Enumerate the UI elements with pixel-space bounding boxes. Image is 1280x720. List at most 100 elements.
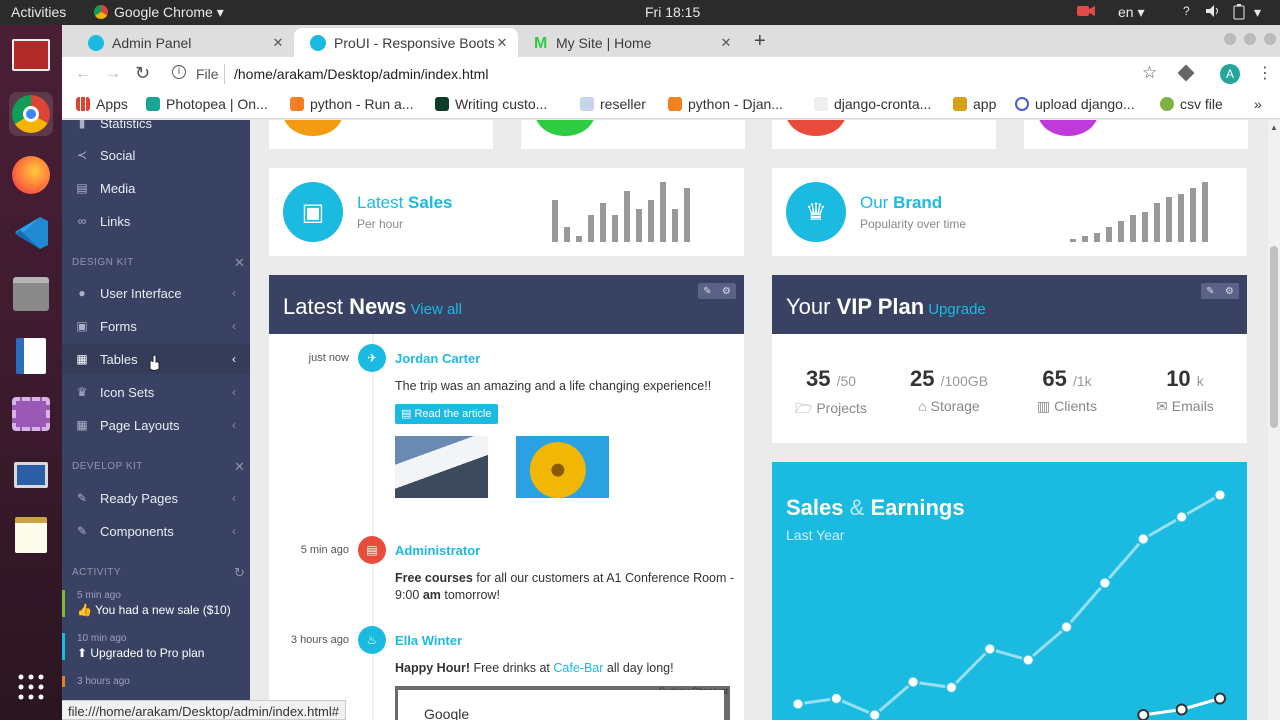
bookmark-writing-custom[interactable]: Writing custo...: [435, 96, 547, 112]
activity-item[interactable]: 5 min ago 👍 You had a new sale ($10): [62, 590, 250, 617]
our-brand-widget[interactable]: ♛ Our Brand Popularity over time: [772, 168, 1247, 256]
dock-files-icon[interactable]: [9, 272, 53, 316]
activity-item[interactable]: 10 min ago ⬆ Upgraded to Pro plan: [62, 633, 250, 660]
data-point[interactable]: [1136, 532, 1150, 546]
cafe-bar-link[interactable]: Cafe-Bar: [553, 661, 603, 675]
sidebar-item-page-layouts[interactable]: ▦ Page Layouts ‹: [62, 410, 250, 440]
page-scrollbar[interactable]: ▲: [1268, 120, 1280, 720]
pencil-icon[interactable]: ✎: [703, 286, 711, 297]
close-window-button[interactable]: [1264, 33, 1276, 45]
system-menu-icon[interactable]: ▾: [1254, 4, 1261, 21]
dock-firefox-icon[interactable]: [9, 153, 53, 197]
sidebar-item-icon-sets[interactable]: ♛ Icon Sets ‹: [62, 377, 250, 407]
sidebar-item-user-interface[interactable]: ● User Interface ‹: [62, 278, 250, 308]
timeline-author-link[interactable]: Jordan Carter: [395, 351, 480, 366]
gear-icon[interactable]: ⚙: [1225, 286, 1234, 297]
sunflower-photo[interactable]: [516, 436, 609, 498]
profile-avatar[interactable]: A: [1220, 64, 1240, 84]
address-bar[interactable]: /home/arakam/Desktop/admin/index.html: [234, 66, 488, 82]
dock-writer-icon[interactable]: [9, 334, 53, 378]
maximize-window-button[interactable]: [1244, 33, 1256, 45]
mountain-photo[interactable]: [395, 436, 488, 498]
bookmark-django-crontab[interactable]: django-cronta...: [814, 96, 931, 112]
dock-vscode-icon[interactable]: [9, 211, 53, 255]
bookmark-apps[interactable]: Apps: [76, 96, 128, 112]
bookmark-star-icon[interactable]: ☆: [1142, 63, 1157, 83]
tools-icon[interactable]: ✕: [234, 255, 245, 271]
timeline-author-link[interactable]: Ella Winter: [395, 633, 462, 648]
show-applications-icon[interactable]: [9, 665, 53, 709]
tab-admin-panel[interactable]: Admin Panel ✕: [72, 28, 294, 57]
data-point[interactable]: [1021, 653, 1035, 667]
sidebar-item-statistics[interactable]: ▮ Statistics: [62, 120, 250, 138]
upgrade-link[interactable]: Upgrade: [928, 301, 986, 318]
sidebar-item-links[interactable]: ∞ Links: [62, 206, 250, 236]
bookmark-reseller[interactable]: reseller: [580, 96, 646, 112]
sales-earnings-chart[interactable]: [772, 462, 1247, 720]
bookmark-app[interactable]: app: [953, 96, 996, 112]
scrollbar-thumb[interactable]: [1270, 246, 1278, 428]
map-embed[interactable]: Sydney Observat Google: [395, 686, 730, 720]
scroll-up-arrow-icon[interactable]: ▲: [1270, 123, 1278, 132]
sidebar-item-ready-pages[interactable]: ✎ Ready Pages ‹: [62, 483, 250, 513]
extension-icon[interactable]: [1177, 64, 1195, 82]
pencil-icon[interactable]: ✎: [1206, 286, 1214, 297]
activities-button[interactable]: Activities: [11, 4, 66, 20]
data-point[interactable]: [829, 692, 843, 705]
close-tab-icon[interactable]: ✕: [270, 35, 286, 51]
bookmark-python-django[interactable]: python - Djan...: [668, 96, 783, 112]
bookmark-upload-django[interactable]: upload django...: [1015, 96, 1135, 112]
data-point[interactable]: [1214, 692, 1226, 705]
latest-sales-widget[interactable]: ▣ Latest Sales Per hour: [269, 168, 744, 256]
data-point[interactable]: [791, 697, 805, 711]
help-icon[interactable]: ?: [1183, 4, 1190, 18]
new-tab-button[interactable]: +: [754, 30, 766, 53]
sidebar-item-forms[interactable]: ▣ Forms ‹: [62, 311, 250, 341]
data-point[interactable]: [1137, 709, 1150, 720]
data-point[interactable]: [906, 675, 920, 689]
data-point[interactable]: [1060, 620, 1074, 634]
tab-my-site[interactable]: M My Site | Home ✕: [518, 28, 742, 57]
refresh-icon[interactable]: ↻: [234, 565, 245, 581]
data-point[interactable]: [1213, 488, 1227, 502]
reload-icon[interactable]: ↻: [135, 63, 150, 84]
close-tab-icon[interactable]: ✕: [494, 35, 510, 51]
gear-icon[interactable]: ⚙: [722, 286, 731, 297]
data-point[interactable]: [983, 642, 997, 656]
dock-video-icon[interactable]: [9, 392, 53, 436]
record-icon[interactable]: [1076, 4, 1096, 21]
data-point[interactable]: [868, 708, 882, 720]
tab-proui[interactable]: ProUI - Responsive Bootstr ✕: [294, 28, 518, 57]
read-article-button[interactable]: ▤ Read the article: [395, 404, 498, 424]
sidebar-item-components[interactable]: ✎ Components ‹: [62, 516, 250, 546]
data-point[interactable]: [944, 681, 958, 694]
timeline-author-link[interactable]: Administrator: [395, 543, 480, 558]
dock-chrome-icon[interactable]: [9, 92, 53, 136]
bookmarks-overflow-icon[interactable]: »: [1254, 96, 1262, 112]
forward-arrow-icon[interactable]: →: [105, 65, 121, 83]
info-icon[interactable]: i: [172, 65, 186, 79]
tools-icon[interactable]: ✕: [234, 459, 245, 475]
dock-text-editor-icon[interactable]: [9, 513, 53, 557]
close-tab-icon[interactable]: ✕: [718, 35, 734, 51]
minimize-window-button[interactable]: [1224, 33, 1236, 45]
data-point[interactable]: [1098, 576, 1112, 590]
data-point[interactable]: [1175, 510, 1189, 524]
browser-menu-icon[interactable]: ⋮: [1257, 63, 1273, 83]
activity-item[interactable]: 3 hours ago: [62, 676, 250, 687]
clock[interactable]: Fri 18:15: [645, 4, 700, 20]
bookmark-photopea[interactable]: Photopea | On...: [146, 96, 268, 112]
language-indicator[interactable]: en ▾: [1118, 4, 1145, 21]
back-arrow-icon[interactable]: ←: [75, 65, 91, 83]
view-all-link[interactable]: View all: [411, 301, 462, 318]
sidebar-item-social[interactable]: ≺ Social: [62, 140, 250, 170]
bookmark-csv-file[interactable]: csv file: [1160, 96, 1223, 112]
data-point[interactable]: [1175, 703, 1188, 716]
battery-icon[interactable]: [1232, 4, 1246, 23]
dock-terminal-icon[interactable]: [9, 33, 53, 77]
sidebar-item-media[interactable]: ▤ Media: [62, 173, 250, 203]
bookmark-python-run[interactable]: python - Run a...: [290, 96, 414, 112]
dock-remote-desktop-icon[interactable]: [9, 453, 53, 497]
volume-icon[interactable]: [1205, 4, 1221, 21]
app-menu[interactable]: Google Chrome ▾: [94, 4, 224, 21]
